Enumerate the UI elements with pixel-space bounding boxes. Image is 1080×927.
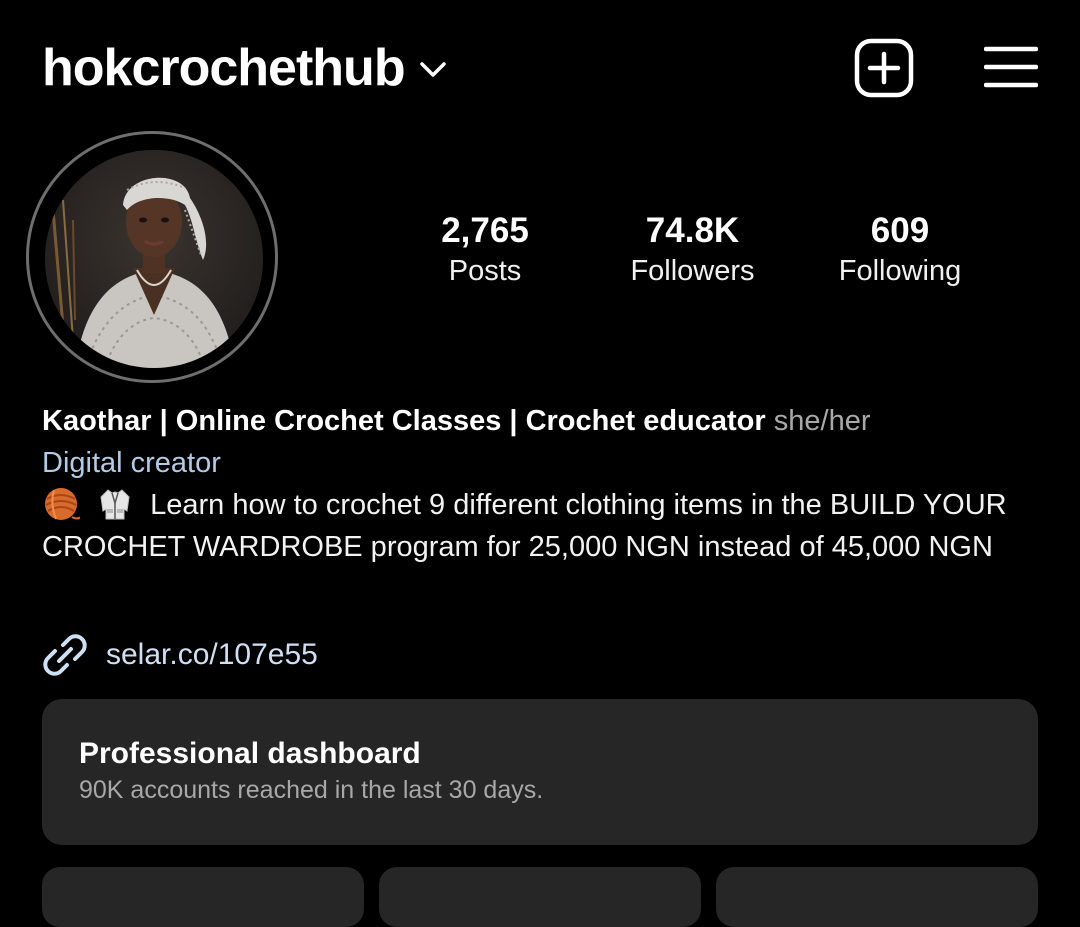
following-count: 609	[870, 211, 930, 250]
followers-count: 74.8K	[645, 211, 740, 250]
profile-photo	[45, 150, 263, 368]
dashboard-subtitle: 90K accounts reached in the last 30 days…	[79, 776, 544, 804]
bio-text: Learn how to crochet 9 different clothin…	[42, 489, 1007, 563]
category-label: Digital creator	[42, 447, 221, 479]
username: hokcrochethub	[42, 39, 406, 97]
chevron-down-icon	[419, 62, 446, 77]
display-name: Kaothar | Online Crochet Classes | Croch…	[42, 405, 766, 437]
coat-icon	[100, 489, 130, 520]
yarn-ball-icon	[45, 488, 80, 520]
stat-followers[interactable]: 74.8K Followers	[590, 210, 795, 290]
link-icon	[43, 634, 87, 676]
stat-posts[interactable]: 2,765 Posts	[380, 210, 590, 290]
dashboard-title: Professional dashboard	[79, 737, 421, 770]
posts-count: 2,765	[441, 211, 529, 250]
posts-label: Posts	[448, 255, 522, 287]
action-button-2[interactable]	[379, 867, 701, 927]
profile-header: hokcrochethub	[42, 36, 1038, 100]
pronouns: she/her	[773, 405, 871, 437]
bio-name-line: Kaothar | Online Crochet Classes | Croch…	[42, 400, 1042, 442]
followers-label: Followers	[630, 255, 755, 287]
stat-following[interactable]: 609 Following	[795, 210, 1005, 290]
profile-link[interactable]: selar.co/107e55	[42, 632, 318, 678]
bio-text-block: Learn how to crochet 9 different clothin…	[42, 484, 1042, 568]
profile-stats: 2,765 Posts 74.8K Followers 609 Followin…	[380, 210, 1020, 290]
action-button-3[interactable]	[716, 867, 1038, 927]
account-switcher[interactable]: hokcrochethub	[42, 36, 447, 100]
link-text: selar.co/107e55	[106, 638, 318, 671]
avatar[interactable]	[45, 150, 263, 368]
profile-bio: Kaothar | Online Crochet Classes | Croch…	[42, 400, 1042, 568]
professional-dashboard[interactable]: Professional dashboard 90K accounts reac…	[42, 699, 1038, 845]
following-label: Following	[838, 255, 962, 287]
new-post-icon[interactable]	[854, 38, 914, 98]
menu-icon[interactable]	[984, 44, 1038, 90]
action-button-1[interactable]	[42, 867, 364, 927]
